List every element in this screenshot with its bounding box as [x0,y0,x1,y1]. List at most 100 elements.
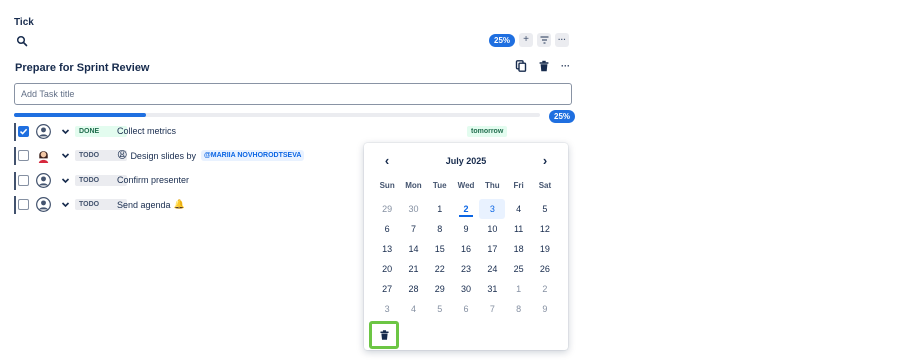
calendar-day[interactable]: 7 [400,219,426,239]
task-drag-handle[interactable] [14,172,16,190]
calendar-day[interactable]: 2 [453,199,479,219]
task-title-text: Send agenda [117,199,171,210]
task-drag-handle[interactable] [14,123,16,141]
calendar-day[interactable]: 17 [479,239,505,259]
calendar-day[interactable]: 26 [532,259,558,279]
task-checkbox[interactable] [18,199,29,210]
check-icon [19,128,28,135]
task-drag-handle[interactable] [14,147,16,165]
filter-icon [540,36,549,44]
assignee-avatar[interactable] [36,197,51,212]
calendar-day[interactable]: 8 [505,299,531,319]
weekday-header: Sat [538,181,552,190]
weekday-header: Sun [379,181,395,190]
bell-emoji-icon: 🔔 [173,199,185,209]
task-progress-fill [14,113,146,117]
calendar-day[interactable]: 23 [453,259,479,279]
calendar-day[interactable]: 18 [505,239,531,259]
calendar-grid: Sun Mon Tue Wed Thu Fri Sat 29 30 1 2 3 4 5 6 7 8 9 10 11 12… [374,179,558,319]
task-title[interactable]: Collect metrics [117,126,176,136]
clear-date-button[interactable] [369,321,399,349]
weekday-header: Mon [405,181,422,190]
task-progress-badge: 25% [549,110,576,123]
calendar-day[interactable]: 19 [532,239,558,259]
task-drag-handle[interactable] [14,196,16,214]
task-title[interactable]: Confirm presenter [117,175,189,185]
add-task-input[interactable] [14,83,572,105]
calendar-day[interactable]: 22 [427,259,453,279]
calendar-day[interactable]: 1 [427,199,453,219]
calendar-day[interactable]: 31 [479,279,505,299]
task-checkbox[interactable] [18,175,29,186]
date-picker-popup: ‹ July 2025 › Sun Mon Tue Wed Thu Fri Sat 29 30 1… [364,143,568,350]
calendar-day[interactable]: 3 [374,299,400,319]
task-title[interactable]: 😩 Design slides by @MARIIA NOVHORODTSEVA [117,150,305,161]
calendar-day[interactable]: 29 [374,199,400,219]
calendar-day[interactable]: 4 [505,199,531,219]
weekday-header: Wed [457,181,475,190]
task-checkbox[interactable] [18,150,29,161]
filter-button[interactable] [537,33,552,47]
trash-icon [379,330,389,340]
calendar-day[interactable]: 30 [453,279,479,299]
calendar-day[interactable]: 1 [505,279,531,299]
task-title-text: Collect metrics [117,126,177,136]
task-title-text: Confirm presenter [117,175,190,185]
calendar-day[interactable]: 27 [374,279,400,299]
weary-face-emoji-icon: 😩 [117,150,128,161]
weekday-header: Tue [432,181,447,190]
task-title-text: Design slides by [130,150,196,161]
weekday-header: Thu [485,181,500,190]
list-title: Prepare for Sprint Review [15,62,150,74]
calendar-day[interactable]: 2 [532,279,558,299]
weekday-header: Fri [513,181,524,190]
assignee-avatar[interactable] [36,148,51,163]
list-more-button[interactable]: ··· [561,60,570,72]
calendar-day[interactable]: 4 [400,299,426,319]
calendar-day[interactable]: 24 [479,259,505,279]
calendar-day[interactable]: 5 [427,299,453,319]
calendar-day[interactable]: 9 [453,219,479,239]
trash-icon[interactable] [538,60,550,72]
calendar-day[interactable]: 13 [374,239,400,259]
calendar-day[interactable]: 28 [400,279,426,299]
assignee-avatar[interactable] [36,124,51,139]
calendar-day[interactable]: 7 [479,299,505,319]
copy-icon[interactable] [515,60,527,72]
calendar-day[interactable]: 11 [505,219,531,239]
calendar-day[interactable]: 20 [374,259,400,279]
assignee-avatar[interactable] [36,173,51,188]
calendar-day[interactable]: 6 [453,299,479,319]
task-row[interactable]: DONE Collect metrics tomorrow [14,123,514,141]
calendar-day[interactable]: 8 [427,219,453,239]
calendar-day[interactable]: 5 [532,199,558,219]
expand-chevron-icon[interactable] [61,176,70,185]
calendar-day[interactable]: 14 [400,239,426,259]
more-button[interactable]: ··· [555,33,570,47]
calendar-day[interactable]: 10 [479,219,505,239]
calendar-day[interactable]: 16 [453,239,479,259]
calendar-day[interactable]: 25 [505,259,531,279]
search-icon[interactable] [16,35,28,47]
task-progress-bar [14,113,540,117]
next-month-button[interactable]: › [538,154,552,168]
calendar-day[interactable]: 21 [400,259,426,279]
mention-chip[interactable]: @MARIIA NOVHORODTSEVA [200,150,305,161]
calendar-day[interactable]: 12 [532,219,558,239]
expand-chevron-icon[interactable] [61,200,70,209]
expand-chevron-icon[interactable] [61,127,70,136]
calendar-day[interactable]: 6 [374,219,400,239]
app-title: Tick [14,17,34,28]
task-checkbox[interactable] [18,126,29,137]
calendar-day[interactable]: 30 [400,199,426,219]
calendar-day[interactable]: 15 [427,239,453,259]
list-actions: ··· [515,60,570,72]
calendar-day[interactable]: 3 [479,199,506,219]
due-date-badge[interactable]: tomorrow [467,126,508,137]
task-title[interactable]: Send agenda 🔔 [117,199,185,210]
calendar-day[interactable]: 9 [532,299,558,319]
add-button[interactable]: + [519,33,534,47]
toolbar: 25% + ··· [489,33,570,47]
expand-chevron-icon[interactable] [61,151,70,160]
calendar-day[interactable]: 29 [427,279,453,299]
